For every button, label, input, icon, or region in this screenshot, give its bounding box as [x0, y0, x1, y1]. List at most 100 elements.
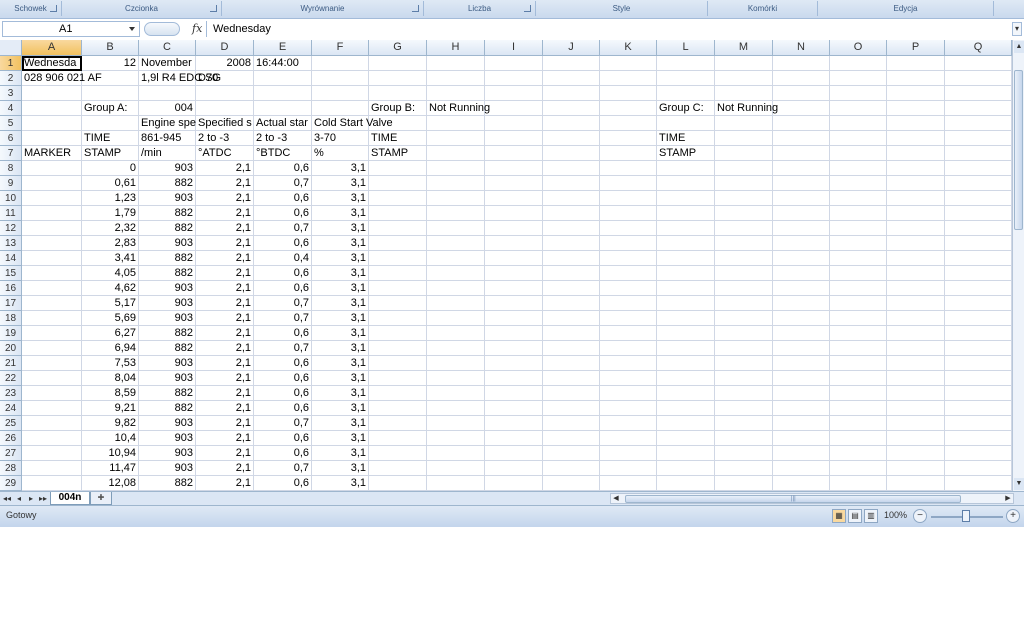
cell-G21[interactable]: [369, 356, 427, 371]
cell-N22[interactable]: [773, 371, 830, 386]
cell-K21[interactable]: [600, 356, 657, 371]
cell-P12[interactable]: [887, 221, 945, 236]
cell-J6[interactable]: [543, 131, 600, 146]
cell-E8[interactable]: 0,6: [254, 161, 312, 176]
cell-H26[interactable]: [427, 431, 485, 446]
cell-P1[interactable]: [887, 56, 945, 71]
cell-L12[interactable]: [657, 221, 715, 236]
cell-G8[interactable]: [369, 161, 427, 176]
row-header-14[interactable]: 14: [0, 251, 22, 266]
cell-C11[interactable]: 882: [139, 206, 196, 221]
cell-J22[interactable]: [543, 371, 600, 386]
cell-J4[interactable]: [543, 101, 600, 116]
cell-H24[interactable]: [427, 401, 485, 416]
cell-D6[interactable]: 2 to -3: [196, 131, 254, 146]
cell-H14[interactable]: [427, 251, 485, 266]
zoom-level[interactable]: 100%: [884, 510, 907, 520]
cell-I15[interactable]: [485, 266, 543, 281]
expand-formula-bar-button[interactable]: ▾: [1012, 22, 1022, 36]
cell-C25[interactable]: 903: [139, 416, 196, 431]
cell-O18[interactable]: [830, 311, 887, 326]
cell-A12[interactable]: [22, 221, 82, 236]
cell-C7[interactable]: /min: [139, 146, 196, 161]
cell-A9[interactable]: [22, 176, 82, 191]
cell-F23[interactable]: 3,1: [312, 386, 369, 401]
cell-Q24[interactable]: [945, 401, 1012, 416]
cell-A13[interactable]: [22, 236, 82, 251]
cell-L2[interactable]: [657, 71, 715, 86]
cell-Q27[interactable]: [945, 446, 1012, 461]
insert-function-button[interactable]: fx: [192, 22, 202, 35]
cell-L29[interactable]: [657, 476, 715, 491]
cell-O8[interactable]: [830, 161, 887, 176]
cell-G11[interactable]: [369, 206, 427, 221]
cell-J2[interactable]: [543, 71, 600, 86]
cell-O14[interactable]: [830, 251, 887, 266]
cell-E19[interactable]: 0,6: [254, 326, 312, 341]
cell-D23[interactable]: 2,1: [196, 386, 254, 401]
cell-F7[interactable]: %: [312, 146, 369, 161]
cell-M24[interactable]: [715, 401, 773, 416]
cell-A1[interactable]: Wednesda: [22, 56, 82, 71]
cell-O1[interactable]: [830, 56, 887, 71]
spreadsheet-grid[interactable]: ABCDEFGHIJKLMNOPQ 1 Wednesda 12 November 200…: [0, 40, 1012, 491]
cell-Q5[interactable]: [945, 116, 1012, 131]
cell-D1[interactable]: 2008: [196, 56, 254, 71]
row-header-27[interactable]: 27: [0, 446, 22, 461]
name-box-dropdown-icon[interactable]: [129, 27, 135, 31]
cell-D26[interactable]: 2,1: [196, 431, 254, 446]
cell-N9[interactable]: [773, 176, 830, 191]
cell-C14[interactable]: 882: [139, 251, 196, 266]
horizontal-scrollbar[interactable]: ◀ ||| ▶: [610, 493, 1014, 504]
cell-E21[interactable]: 0,6: [254, 356, 312, 371]
cell-Q9[interactable]: [945, 176, 1012, 191]
cell-E26[interactable]: 0,6: [254, 431, 312, 446]
cell-C18[interactable]: 903: [139, 311, 196, 326]
cell-J23[interactable]: [543, 386, 600, 401]
cell-H7[interactable]: [427, 146, 485, 161]
column-header-H[interactable]: H: [427, 40, 485, 56]
cell-M13[interactable]: [715, 236, 773, 251]
cell-C12[interactable]: 882: [139, 221, 196, 236]
cell-F19[interactable]: 3,1: [312, 326, 369, 341]
row-header-13[interactable]: 13: [0, 236, 22, 251]
cell-F29[interactable]: 3,1: [312, 476, 369, 491]
cell-F16[interactable]: 3,1: [312, 281, 369, 296]
cell-O16[interactable]: [830, 281, 887, 296]
cell-M26[interactable]: [715, 431, 773, 446]
cell-B12[interactable]: 2,32: [82, 221, 139, 236]
cell-J15[interactable]: [543, 266, 600, 281]
cell-N12[interactable]: [773, 221, 830, 236]
cell-F13[interactable]: 3,1: [312, 236, 369, 251]
row-header-22[interactable]: 22: [0, 371, 22, 386]
cell-B1[interactable]: 12: [82, 56, 139, 71]
cell-M7[interactable]: [715, 146, 773, 161]
cell-Q19[interactable]: [945, 326, 1012, 341]
cell-I29[interactable]: [485, 476, 543, 491]
cell-N25[interactable]: [773, 416, 830, 431]
cell-B6[interactable]: TIME: [82, 131, 139, 146]
cell-G10[interactable]: [369, 191, 427, 206]
row-header-6[interactable]: 6: [0, 131, 22, 146]
cell-L13[interactable]: [657, 236, 715, 251]
row-header-4[interactable]: 4: [0, 101, 22, 116]
cell-I5[interactable]: [485, 116, 543, 131]
cell-J5[interactable]: [543, 116, 600, 131]
cell-N20[interactable]: [773, 341, 830, 356]
row-header-23[interactable]: 23: [0, 386, 22, 401]
cell-C26[interactable]: 903: [139, 431, 196, 446]
cell-A25[interactable]: [22, 416, 82, 431]
cell-I2[interactable]: [485, 71, 543, 86]
cell-A21[interactable]: [22, 356, 82, 371]
cell-G27[interactable]: [369, 446, 427, 461]
cell-L1[interactable]: [657, 56, 715, 71]
column-header-A[interactable]: A: [22, 40, 82, 56]
cell-O25[interactable]: [830, 416, 887, 431]
cell-Q23[interactable]: [945, 386, 1012, 401]
cell-D28[interactable]: 2,1: [196, 461, 254, 476]
cell-I20[interactable]: [485, 341, 543, 356]
cell-K26[interactable]: [600, 431, 657, 446]
cell-K24[interactable]: [600, 401, 657, 416]
cell-A24[interactable]: [22, 401, 82, 416]
cell-H12[interactable]: [427, 221, 485, 236]
